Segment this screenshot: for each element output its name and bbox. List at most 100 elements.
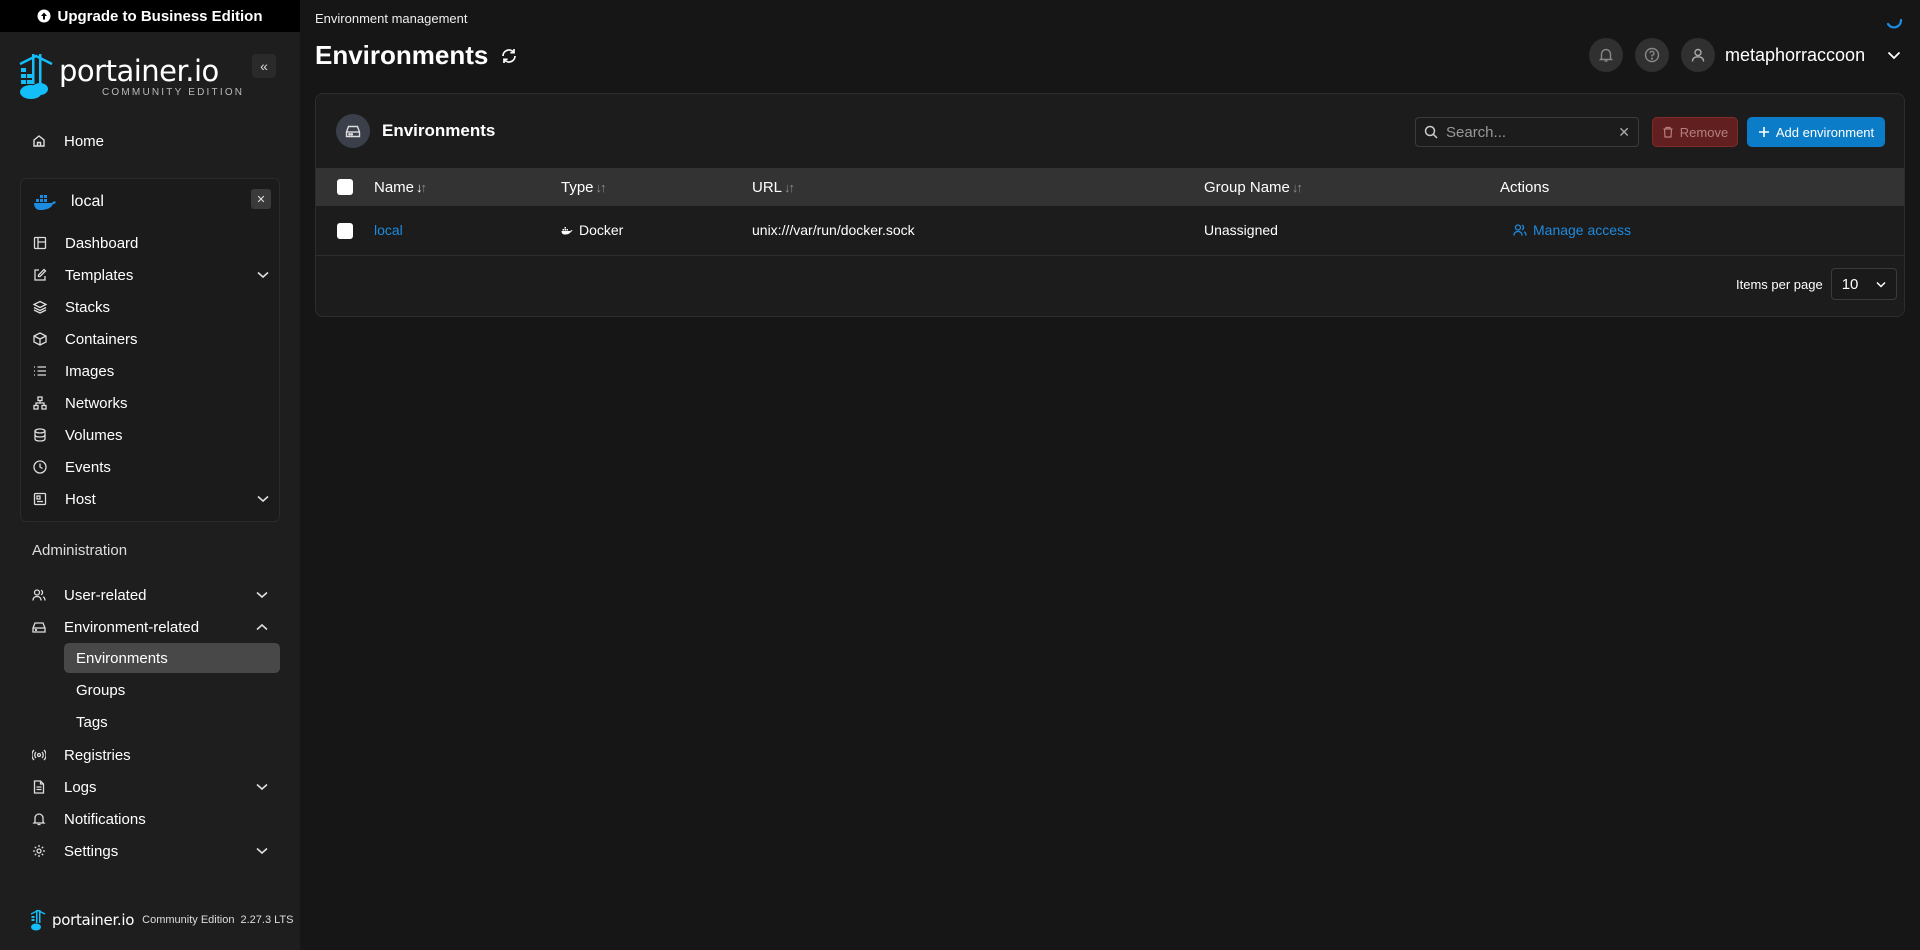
type-label: Docker: [579, 222, 624, 238]
sidebar-item-label: Settings: [64, 842, 119, 860]
sidebar-item-label: Volumes: [65, 426, 123, 444]
sort-icon: ↓↑: [595, 179, 607, 195]
upgrade-label: Upgrade to Business Edition: [57, 7, 263, 25]
users-icon: [1513, 223, 1527, 237]
layers-icon: [33, 300, 47, 314]
notifications-button[interactable]: [1589, 38, 1623, 72]
sidebar-footer: portainer.io Community Edition 2.27.3 LT…: [30, 908, 293, 932]
sidebar-item-templates[interactable]: Templates: [33, 261, 273, 289]
add-environment-button[interactable]: Add environment: [1747, 117, 1885, 147]
column-header-group-name[interactable]: Group Name ↓↑: [1204, 178, 1303, 196]
sidebar-item-label: Events: [65, 458, 111, 476]
select-all-checkbox[interactable]: [337, 179, 353, 195]
sidebar-item-host[interactable]: Host: [33, 485, 273, 513]
user-icon: [1690, 47, 1706, 63]
manage-access-link[interactable]: Manage access: [1513, 222, 1631, 238]
sidebar-item-containers[interactable]: Containers: [33, 325, 273, 353]
sidebar-subitem-groups[interactable]: Groups: [64, 675, 280, 705]
sidebar-item-label: Registries: [64, 746, 131, 764]
close-icon: ✕: [256, 193, 266, 206]
loading-spinner-icon: [1884, 10, 1904, 30]
sidebar-item-environment-related[interactable]: Environment-related: [32, 613, 272, 641]
sidebar-item-notifications[interactable]: Notifications: [32, 805, 272, 833]
column-header-url[interactable]: URL ↓↑: [752, 178, 795, 196]
chevron-down-icon: [256, 783, 268, 791]
environment-panel: local ✕ Dashboard Templates Stacks Conta…: [20, 178, 280, 522]
column-label: URL: [752, 178, 783, 196]
home-icon: [32, 134, 46, 148]
chevrons-left-icon: «: [260, 58, 268, 74]
brand-name: portainer.io: [59, 54, 219, 88]
upgrade-banner[interactable]: Upgrade to Business Edition: [0, 0, 300, 32]
table-header: Name ↓↑ Type ↓↑ URL ↓↑ Group Name ↓↑ Act…: [316, 168, 1904, 206]
sidebar-item-home[interactable]: Home: [32, 127, 272, 155]
help-button[interactable]: [1635, 38, 1669, 72]
chevron-down-icon: [1876, 281, 1886, 288]
sidebar-item-logs[interactable]: Logs: [32, 773, 272, 801]
administration-heading: Administration: [32, 542, 128, 559]
search-box[interactable]: ✕: [1415, 117, 1639, 147]
add-environment-label: Add environment: [1775, 124, 1875, 140]
page-title: Environments: [315, 40, 518, 71]
row-checkbox[interactable]: [337, 223, 353, 239]
sidebar-item-label: User-related: [64, 586, 147, 604]
environments-card: Environments ✕ Remove Add environment Na…: [315, 93, 1905, 317]
column-label: Group Name: [1204, 178, 1290, 196]
sidebar-item-volumes[interactable]: Volumes: [33, 421, 273, 449]
box-icon: [33, 332, 47, 346]
environment-name-link[interactable]: local: [374, 222, 403, 238]
sidebar-item-dashboard[interactable]: Dashboard: [33, 229, 273, 257]
edit-icon: [33, 268, 47, 282]
remove-button[interactable]: Remove: [1652, 117, 1738, 147]
brand-logo[interactable]: portainer.io COMMUNITY EDITION: [18, 52, 278, 104]
search-input[interactable]: [1446, 123, 1606, 141]
column-header-actions: Actions: [1500, 179, 1549, 196]
sidebar-subitem-environments[interactable]: Environments: [64, 643, 280, 673]
column-header-type[interactable]: Type ↓↑: [561, 178, 607, 196]
sidebar-item-user-related[interactable]: User-related: [32, 581, 272, 609]
column-label: Actions: [1500, 178, 1550, 196]
sort-icon: ↓↑: [1291, 179, 1303, 195]
bell-icon: [1598, 47, 1614, 63]
brand-edition: COMMUNITY EDITION: [102, 87, 245, 98]
close-environment-button[interactable]: ✕: [251, 189, 271, 209]
portainer-logo-icon: [18, 52, 56, 102]
sidebar-item-settings[interactable]: Settings: [32, 837, 272, 865]
footer-edition: Community Edition: [142, 914, 235, 926]
avatar: [1681, 38, 1715, 72]
sidebar-item-label: Logs: [64, 778, 97, 796]
hard-drive-icon: [32, 620, 46, 634]
docker-icon: [33, 193, 57, 211]
chevron-down-icon: [257, 271, 269, 279]
sidebar-item-registries[interactable]: Registries: [32, 741, 272, 769]
footer-version: 2.27.3 LTS: [240, 914, 294, 926]
clock-icon: [33, 460, 47, 474]
environment-name: local: [71, 193, 104, 210]
sidebar-item-label: Dashboard: [65, 234, 139, 252]
environment-header[interactable]: local: [33, 187, 104, 217]
items-per-page-select[interactable]: 10: [1830, 268, 1897, 300]
sidebar-item-events[interactable]: Events: [33, 453, 273, 481]
column-label: Type: [561, 178, 594, 196]
sidebar-item-images[interactable]: Images: [33, 357, 273, 385]
refresh-icon[interactable]: [500, 47, 518, 65]
sidebar-item-label: Containers: [65, 330, 138, 348]
sidebar-item-networks[interactable]: Networks: [33, 389, 273, 417]
dashboard-icon: [33, 236, 47, 250]
column-header-name[interactable]: Name ↓↑: [374, 179, 427, 196]
collapse-sidebar-button[interactable]: «: [252, 54, 276, 78]
file-text-icon: [32, 780, 46, 794]
remove-label: Remove: [1679, 124, 1729, 140]
sort-icon: ↓↑: [416, 179, 427, 195]
items-per-page-value: 10: [1841, 275, 1859, 293]
page-title-text: Environments: [315, 40, 489, 70]
sidebar-item-label: Environments: [76, 649, 168, 667]
user-menu-button[interactable]: metaphorraccoon: [1681, 38, 1901, 72]
sidebar-subitem-tags[interactable]: Tags: [64, 707, 280, 737]
sidebar-item-stacks[interactable]: Stacks: [33, 293, 273, 321]
chevron-up-icon: [256, 623, 268, 631]
clear-search-icon[interactable]: ✕: [1618, 124, 1630, 141]
chevron-down-icon: [256, 591, 268, 599]
chevron-down-icon: [257, 495, 269, 503]
sort-icon: ↓↑: [784, 179, 795, 195]
